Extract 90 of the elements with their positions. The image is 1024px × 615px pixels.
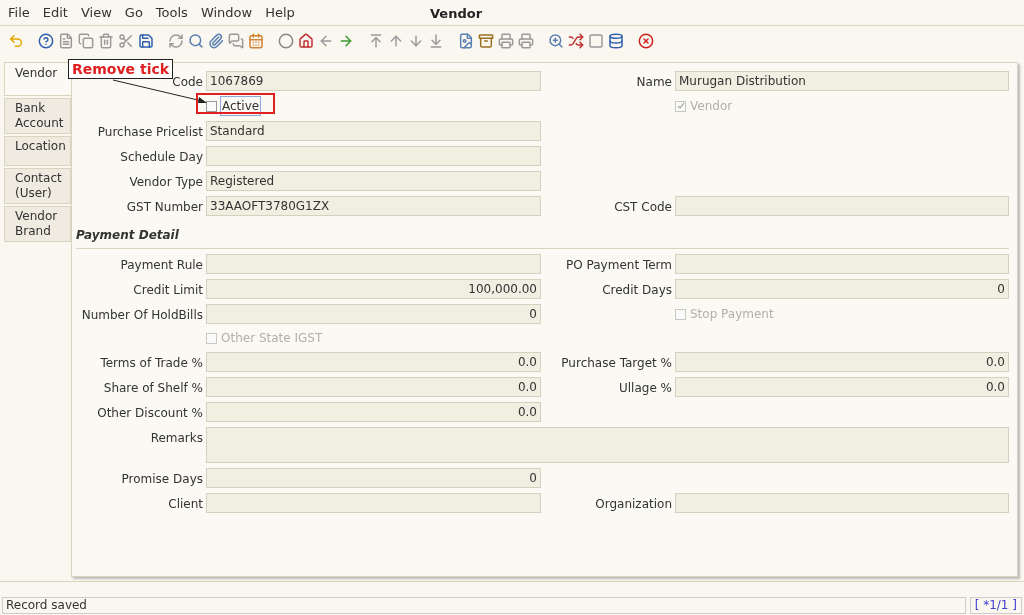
input-field[interactable]: 0.0 bbox=[675, 377, 1009, 397]
field-label: Share of Shelf % bbox=[102, 380, 203, 397]
field-label: Organization bbox=[594, 496, 672, 513]
menu-item[interactable]: Window bbox=[200, 2, 253, 23]
search-icon[interactable] bbox=[188, 33, 204, 49]
database-icon[interactable] bbox=[608, 33, 624, 49]
tab[interactable]: Vendor bbox=[4, 62, 71, 96]
field-label: Client bbox=[167, 496, 203, 513]
field-label: Schedule Day bbox=[119, 149, 203, 166]
field-label: Terms of Trade % bbox=[99, 355, 203, 372]
field-label: Number Of HoldBills bbox=[80, 307, 203, 324]
arrow-left-icon[interactable] bbox=[318, 33, 334, 49]
refresh-icon[interactable] bbox=[168, 33, 184, 49]
input-field[interactable]: Standard bbox=[206, 121, 541, 141]
menu-item[interactable]: Help bbox=[265, 2, 295, 23]
field-label: Promise Days bbox=[120, 471, 203, 488]
field-label: Ullage % bbox=[617, 380, 672, 397]
input-field[interactable] bbox=[206, 146, 541, 166]
field-label: Payment Rule bbox=[119, 257, 203, 274]
input-field[interactable]: 33AAOFT3780G1ZX bbox=[206, 196, 541, 216]
paperclip-icon[interactable] bbox=[208, 33, 224, 49]
checkbox[interactable] bbox=[206, 100, 217, 112]
record-counter[interactable]: [ *1/1 ] bbox=[969, 597, 1022, 614]
archive-icon[interactable] bbox=[478, 33, 494, 49]
printer-icon[interactable] bbox=[518, 33, 534, 49]
field-label: PO Payment Term bbox=[565, 257, 672, 274]
circle-icon[interactable] bbox=[278, 33, 294, 49]
menu-item[interactable]: Edit bbox=[42, 2, 68, 23]
save-icon[interactable] bbox=[138, 33, 154, 49]
input-field[interactable]: 0.0 bbox=[206, 352, 541, 372]
report-icon[interactable] bbox=[458, 33, 474, 49]
undo-icon[interactable] bbox=[8, 33, 24, 49]
input-field[interactable]: 0.0 bbox=[206, 402, 541, 422]
calendar-icon[interactable] bbox=[248, 33, 264, 49]
input-field[interactable]: 0.0 bbox=[206, 377, 541, 397]
checkbox-label: Active bbox=[220, 96, 262, 116]
window-title: Vendor bbox=[430, 5, 483, 23]
field-label: CST Code bbox=[613, 199, 672, 216]
input-field[interactable]: Registered bbox=[206, 171, 541, 191]
input-field[interactable]: 1067869 bbox=[206, 71, 541, 91]
tab[interactable]: Contact (User) bbox=[4, 168, 71, 204]
field-label: Code bbox=[171, 74, 203, 91]
tab[interactable]: Vendor Brand bbox=[4, 206, 71, 242]
transfer-icon[interactable] bbox=[568, 33, 584, 49]
input-field[interactable]: 0 bbox=[206, 468, 541, 488]
tab[interactable]: Location bbox=[4, 136, 71, 166]
section-heading: Payment Detail bbox=[76, 228, 179, 242]
delete-icon[interactable] bbox=[98, 33, 114, 49]
field-label: Name bbox=[635, 74, 672, 91]
copy-icon[interactable] bbox=[78, 33, 94, 49]
menu-item[interactable]: Tools bbox=[155, 2, 188, 23]
field-label: Vendor Type bbox=[128, 174, 203, 191]
close-icon[interactable] bbox=[638, 33, 654, 49]
checkbox-label: Stop Payment bbox=[689, 306, 775, 323]
status-message: Record saved bbox=[2, 597, 966, 614]
menu-item[interactable]: Go bbox=[124, 2, 143, 23]
field-label: Credit Days bbox=[601, 282, 672, 299]
field-label: Credit Limit bbox=[132, 282, 203, 299]
new-document-icon[interactable] bbox=[58, 33, 74, 49]
chat-icon[interactable] bbox=[228, 33, 244, 49]
field-label: Remarks bbox=[149, 430, 203, 447]
input-field[interactable]: 0 bbox=[206, 304, 541, 324]
first-record-icon[interactable] bbox=[368, 33, 384, 49]
input-field[interactable]: Murugan Distribution bbox=[675, 71, 1009, 91]
checkbox-label: Other State IGST bbox=[220, 330, 324, 347]
input-field[interactable] bbox=[675, 493, 1009, 513]
field-label: Other Discount % bbox=[96, 405, 203, 422]
input-field[interactable] bbox=[675, 196, 1009, 216]
help-icon[interactable] bbox=[38, 33, 54, 49]
input-field[interactable]: 0.0 bbox=[675, 352, 1009, 372]
callout-label: Remove tick bbox=[68, 59, 174, 79]
zoom-icon[interactable] bbox=[548, 33, 564, 49]
input-field[interactable]: 0 bbox=[675, 279, 1009, 299]
menu-item[interactable]: View bbox=[80, 2, 112, 23]
printer-icon[interactable] bbox=[498, 33, 514, 49]
arrow-right-icon[interactable] bbox=[338, 33, 354, 49]
field-label: GST Number bbox=[125, 199, 203, 216]
home-icon[interactable] bbox=[298, 33, 314, 49]
input-field[interactable] bbox=[675, 254, 1009, 274]
menu-item[interactable]: File bbox=[8, 2, 30, 23]
checkmark-icon bbox=[676, 102, 685, 110]
tab[interactable]: Bank Account bbox=[4, 98, 71, 134]
input-field[interactable] bbox=[206, 493, 541, 513]
field-label: Purchase Pricelist bbox=[96, 124, 203, 141]
checkbox-label: Vendor bbox=[689, 98, 734, 115]
last-record-icon[interactable] bbox=[428, 33, 444, 49]
input-field[interactable] bbox=[206, 254, 541, 274]
field-label: Purchase Target % bbox=[560, 355, 672, 372]
scissors-icon[interactable] bbox=[118, 33, 134, 49]
input-field[interactable]: 100,000.00 bbox=[206, 279, 541, 299]
